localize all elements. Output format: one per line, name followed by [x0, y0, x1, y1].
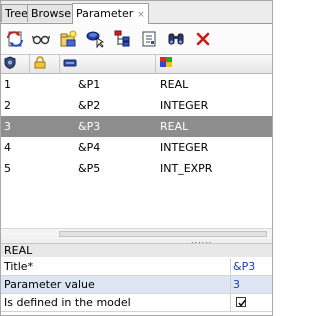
- tab-parameter[interactable]: Parameter ×: [72, 3, 149, 24]
- tab-tree-label: Tree: [5, 7, 28, 20]
- table-row[interactable]: 2 &P2 INTEGER: [1, 95, 272, 116]
- column-divider: [230, 294, 231, 311]
- row-index: 3: [4, 120, 11, 133]
- document-properties-icon[interactable]: [138, 28, 160, 50]
- toolbar: [1, 24, 272, 55]
- tree-hierarchy-icon[interactable]: [111, 28, 133, 50]
- property-label: Parameter value: [4, 278, 95, 291]
- column-header-type[interactable]: [156, 55, 272, 73]
- property-label: Title*: [4, 260, 34, 273]
- name-tag-icon: [63, 58, 77, 71]
- row-index: 2: [4, 99, 11, 112]
- horizontal-scrollbar[interactable]: [1, 228, 272, 239]
- table-row[interactable]: 5 &P5 INT_EXPR: [1, 158, 272, 179]
- tab-browser-label: Browser: [31, 7, 76, 20]
- table-row-selected[interactable]: 3 &P3 REAL: [1, 116, 272, 137]
- column-header-index[interactable]: [1, 55, 30, 73]
- row-name: &P1: [78, 78, 101, 91]
- property-row-defined-in-model[interactable]: Is defined in the model: [1, 294, 272, 312]
- property-value[interactable]: &P3: [233, 258, 255, 275]
- row-name: &P4: [78, 141, 101, 154]
- delete-icon[interactable]: [192, 28, 214, 50]
- row-type: REAL: [160, 120, 189, 133]
- property-row-title[interactable]: Title* &P3: [1, 258, 272, 276]
- row-name: &P2: [78, 99, 101, 112]
- column-header-name[interactable]: [60, 55, 156, 73]
- table-header: [1, 55, 272, 74]
- column-divider: [230, 258, 231, 275]
- close-tab-icon[interactable]: ×: [137, 5, 145, 25]
- row-name: &P5: [78, 162, 101, 175]
- table-row[interactable]: 4 &P4 INTEGER: [1, 137, 272, 158]
- parameter-panel: Tree Browser Parameter × 1 &P1 REAL 2 &P…: [0, 0, 273, 316]
- properties-title: REAL: [1, 243, 272, 257]
- column-divider: [230, 276, 231, 293]
- color-type-icon: [159, 56, 173, 72]
- parameter-table: 1 &P1 REAL 2 &P2 INTEGER 3 &P3 REAL 4 &P…: [1, 74, 272, 179]
- glasses-view-icon[interactable]: [30, 28, 52, 50]
- row-index: 1: [4, 78, 11, 91]
- lock-icon: [33, 56, 47, 72]
- defined-in-model-checkbox[interactable]: [236, 297, 247, 307]
- row-type: INTEGER: [160, 99, 209, 112]
- shield-icon: [4, 56, 16, 72]
- select-object-icon[interactable]: [84, 28, 106, 50]
- binoculars-find-icon[interactable]: [165, 28, 187, 50]
- property-label: Is defined in the model: [4, 296, 131, 309]
- row-type: INT_EXPR: [160, 162, 213, 175]
- column-header-lock[interactable]: [30, 55, 60, 73]
- checkmark-icon: [238, 299, 247, 307]
- row-type: REAL: [160, 78, 189, 91]
- tab-bar: Tree Browser Parameter ×: [1, 1, 272, 24]
- refresh-parameters-icon[interactable]: [4, 28, 26, 50]
- tab-parameter-label: Parameter: [76, 7, 134, 20]
- property-row-parameter-value[interactable]: Parameter value 3: [1, 276, 272, 294]
- row-index: 5: [4, 162, 11, 175]
- row-index: 4: [4, 141, 11, 154]
- row-name: &P3: [78, 120, 101, 133]
- row-type: INTEGER: [160, 141, 209, 154]
- table-row[interactable]: 1 &P1 REAL: [1, 74, 272, 95]
- new-parameter-icon[interactable]: [57, 28, 79, 50]
- properties-table: Title* &P3 Parameter value 3 Is defined …: [1, 258, 272, 312]
- scrollbar-thumb[interactable]: [59, 231, 267, 237]
- property-value[interactable]: 3: [233, 276, 240, 293]
